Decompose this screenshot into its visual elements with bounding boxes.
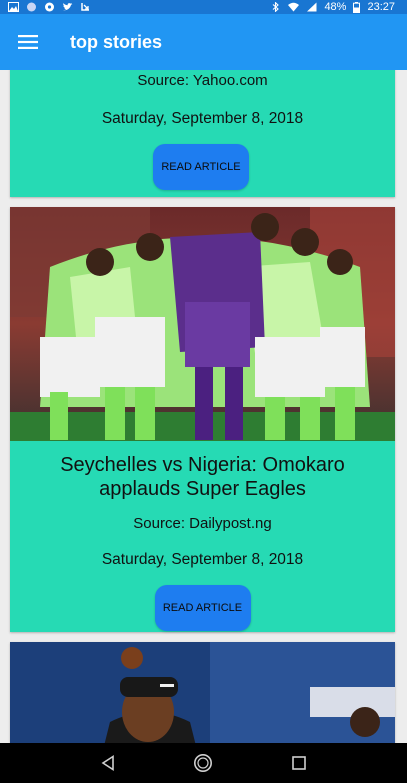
article-headline[interactable]: Seychelles vs Nigeria: Omokaro applauds … (10, 453, 395, 501)
recents-button[interactable] (279, 743, 319, 783)
clock: 23:27 (367, 1, 395, 13)
page-title: top stories (70, 31, 163, 52)
hamburger-menu-icon (18, 35, 38, 49)
article-date: Saturday, September 8, 2018 (101, 551, 304, 568)
back-icon (101, 755, 114, 771)
soccer-ball-icon (45, 2, 54, 12)
battery-icon (353, 1, 361, 13)
circle-icon (27, 2, 36, 12)
read-article-button[interactable]: READ ARTICLE (153, 144, 249, 190)
twitter-icon (63, 3, 73, 11)
back-button[interactable] (88, 743, 128, 783)
read-article-button[interactable]: READ ARTICLE (154, 585, 251, 631)
recents-icon (292, 756, 306, 770)
notification-icons (8, 2, 91, 12)
status-bar: 48% 23:27 (0, 0, 407, 14)
article-card (10, 642, 395, 743)
tennis-player-photo[interactable] (10, 642, 395, 743)
bluetooth-icon (273, 2, 280, 12)
system-nav-bar (0, 743, 407, 783)
article-card: Seychelles vs Nigeria: Omokaro applauds … (10, 207, 395, 632)
story-feed[interactable]: Source: Yahoo.com Saturday, September 8,… (0, 70, 407, 743)
signal-icon (307, 2, 317, 12)
system-status: 48% 23:27 (270, 1, 395, 13)
football-team-huddle-photo[interactable] (10, 207, 395, 441)
menu-button[interactable] (0, 14, 56, 70)
image-icon (8, 2, 19, 12)
article-card: Source: Yahoo.com Saturday, September 8,… (10, 70, 395, 197)
download-icon (81, 3, 89, 11)
wifi-icon (288, 2, 300, 12)
home-button[interactable] (183, 743, 223, 783)
app-bar: top stories (0, 14, 407, 70)
article-source: Source: Dailypost.ng (133, 515, 272, 532)
battery-percent: 48% (324, 1, 347, 13)
article-date: Saturday, September 8, 2018 (101, 110, 304, 127)
article-source: Source: Yahoo.com (137, 72, 268, 89)
home-icon (194, 754, 213, 772)
